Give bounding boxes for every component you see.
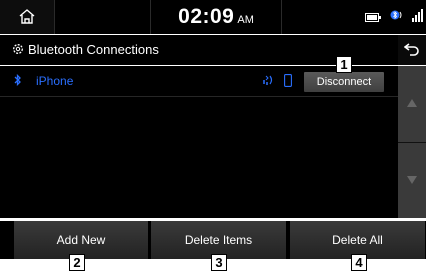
callout-3: 3 [211, 254, 227, 271]
scroll-down-icon [407, 176, 417, 184]
signal-icon [412, 8, 424, 27]
phone-icon [284, 74, 292, 87]
scroll-up-icon [407, 99, 417, 107]
callout-1: 1 [336, 56, 352, 73]
scroll-up-button[interactable] [398, 66, 426, 143]
screen: 02:09 AM Bluetooth Connections iPhone Di… [0, 0, 426, 271]
battery-icon [365, 9, 382, 27]
home-button[interactable] [0, 0, 55, 34]
bluetooth-audio-icon [390, 8, 404, 27]
device-name: iPhone [36, 74, 74, 88]
title-bar: Bluetooth Connections [0, 35, 426, 65]
status-icons [361, 8, 424, 26]
gear-icon [13, 44, 23, 54]
bluetooth-icon [14, 74, 21, 86]
callout-2: 2 [69, 254, 85, 271]
device-list: iPhone Disconnect [0, 66, 398, 218]
clock: 02:09 AM [150, 0, 282, 34]
audio-icon [263, 75, 273, 85]
clock-time: 02:09 [178, 5, 235, 28]
home-icon [19, 9, 35, 24]
back-button[interactable] [398, 35, 426, 65]
scrollbar [398, 66, 426, 218]
disconnect-button[interactable]: Disconnect [304, 72, 384, 92]
back-icon [404, 43, 419, 56]
scroll-down-button[interactable] [398, 143, 426, 218]
status-bar: 02:09 AM [0, 0, 426, 34]
page-title: Bluetooth Connections [28, 42, 159, 57]
callout-4: 4 [351, 254, 367, 271]
clock-ampm: AM [237, 14, 254, 26]
